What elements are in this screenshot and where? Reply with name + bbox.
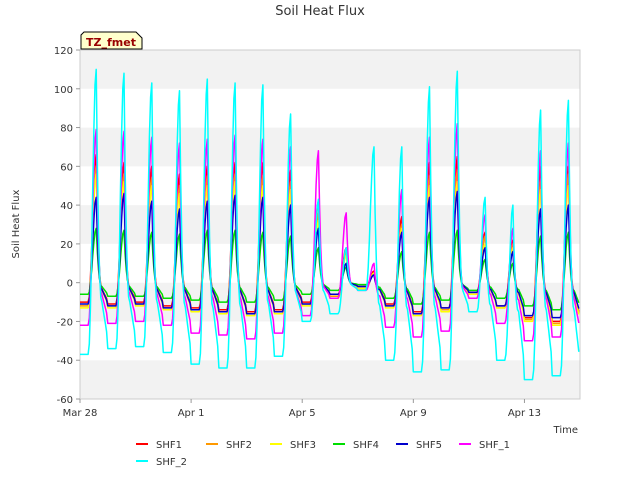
y-axis-ticks: -60 -40 -20 0 20 40 60 80 100 120	[54, 46, 80, 406]
x-tick-label: Apr 13	[508, 408, 541, 419]
grid-bands	[80, 50, 580, 399]
grid-band	[80, 50, 580, 89]
y-tick-label: 120	[54, 46, 73, 57]
legend-item-shf2: SHF2	[206, 440, 252, 451]
y-tick-label: 40	[60, 201, 73, 212]
legend: SHF1 SHF2 SHF3 SHF4 SHF5 SHF_1 SHF_2	[136, 440, 510, 468]
legend-label: SHF_2	[156, 457, 187, 468]
legend-label: SHF1	[156, 440, 182, 451]
legend-label: SHF_1	[479, 440, 510, 451]
legend-label: SHF5	[416, 440, 442, 451]
x-tick-label: Mar 28	[63, 408, 98, 419]
y-tick-label: -40	[57, 356, 73, 367]
legend-item-shf1: SHF1	[136, 440, 182, 451]
y-tick-label: -60	[57, 395, 73, 406]
site-tag-label: TZ_fmet	[86, 36, 136, 49]
legend-item-shf-1: SHF_1	[459, 440, 510, 451]
y-tick-label: 80	[60, 124, 73, 135]
grid-band	[80, 321, 580, 361]
legend-label: SHF4	[353, 440, 379, 451]
soil-heat-flux-chart: -60 -40 -20 0 20 40 60 80 100 120 Mar 28 Apr 1 Apr …	[11, 4, 581, 468]
y-tick-label: 20	[60, 240, 73, 251]
legend-item-shf4: SHF4	[333, 440, 379, 451]
chart-title: Soil Heat Flux	[275, 4, 365, 19]
grid-band	[80, 205, 580, 244]
grid-band	[80, 360, 580, 399]
x-axis-ticks: Mar 28 Apr 1 Apr 5 Apr 9 Apr 13	[63, 399, 541, 419]
grid-band	[80, 88, 580, 128]
legend-label: SHF3	[290, 440, 316, 451]
legend-item-shf-2: SHF_2	[136, 457, 187, 468]
y-tick-label: 60	[60, 162, 73, 173]
site-tag: TZ_fmet	[80, 31, 143, 50]
grid-band	[80, 282, 580, 322]
x-tick-label: Apr 1	[178, 408, 205, 419]
x-tick-label: Apr 9	[400, 408, 427, 419]
y-tick-label: 0	[67, 279, 73, 290]
legend-item-shf3: SHF3	[270, 440, 316, 451]
legend-item-shf5: SHF5	[396, 440, 442, 451]
x-tick-label: Apr 5	[289, 408, 316, 419]
y-tick-label: -20	[57, 317, 73, 328]
y-tick-label: 100	[54, 85, 73, 96]
x-axis-label: Time	[553, 425, 578, 436]
legend-label: SHF2	[226, 440, 252, 451]
y-axis-label: Soil Heat Flux	[11, 189, 22, 258]
grid-band	[80, 127, 580, 167]
grid-band	[80, 166, 580, 206]
